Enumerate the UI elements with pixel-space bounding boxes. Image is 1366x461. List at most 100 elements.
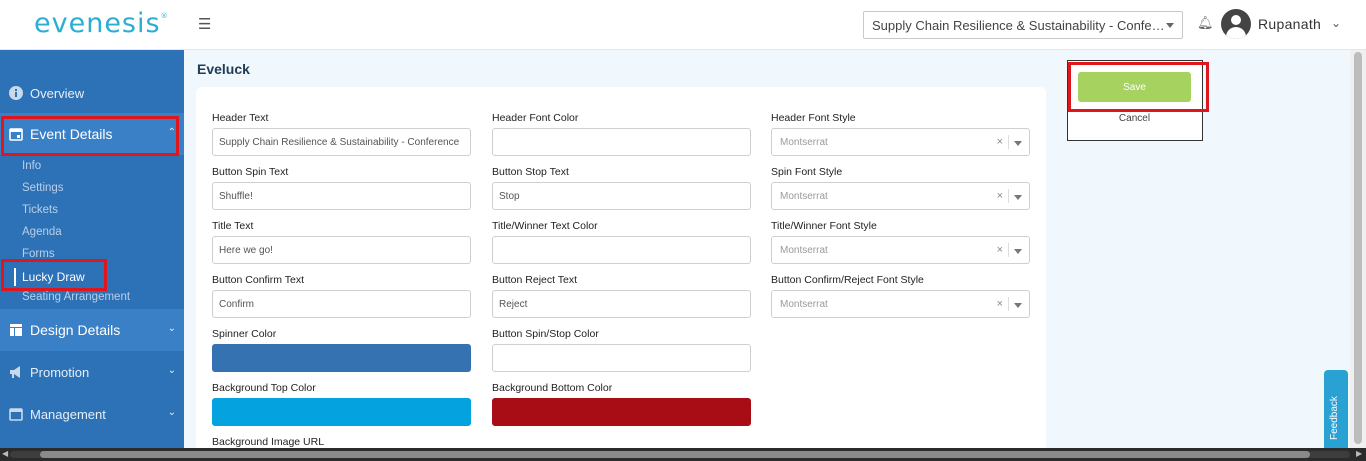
chevron-down-icon	[1166, 23, 1174, 28]
header-font-style-label: Header Font Style	[771, 112, 856, 124]
active-indicator	[14, 268, 16, 286]
button-stop-text-input[interactable]: Stop	[492, 182, 751, 210]
select-value: Montserrat	[780, 299, 828, 310]
event-selector-value: Supply Chain Resilience & Sustainability…	[872, 18, 1165, 33]
sidebar-item-event-details[interactable]: Event Details ⌃	[0, 113, 184, 155]
title-text-input[interactable]: Here we go!	[212, 236, 471, 264]
title-winner-font-style-label: Title/Winner Font Style	[771, 220, 877, 232]
header-text-label: Header Text	[212, 112, 269, 124]
event-selector[interactable]: Supply Chain Resilience & Sustainability…	[863, 11, 1183, 39]
background-bottom-color-label: Background Bottom Color	[492, 382, 613, 394]
info-icon	[8, 86, 23, 101]
logo-text: evenesis	[34, 8, 161, 39]
button-confirm-reject-font-style-select[interactable]: Montserrat ×	[771, 290, 1030, 318]
chevron-down-icon[interactable]	[1014, 303, 1022, 308]
title-winner-text-color-input[interactable]	[492, 236, 751, 264]
chevron-down-icon: ⌄	[167, 365, 176, 376]
title-text-label: Title Text	[212, 220, 254, 232]
sidebar-item-label: Design Details	[30, 322, 121, 338]
logo-registered-mark: ®	[160, 12, 169, 20]
background-top-color-label: Background Top Color	[212, 382, 316, 394]
vertical-scrollbar[interactable]	[1350, 50, 1366, 448]
save-button[interactable]: Save	[1078, 72, 1191, 102]
scroll-right-icon[interactable]: ▶	[1356, 449, 1362, 458]
user-avatar[interactable]	[1221, 9, 1251, 39]
header-font-color-input[interactable]	[492, 128, 751, 156]
clear-icon[interactable]: ×	[997, 244, 1003, 256]
evenesis-logo[interactable]: evenesis®	[34, 8, 169, 39]
sidebar-item-label: Promotion	[30, 364, 90, 380]
top-bar: evenesis® ☰ Supply Chain Resilience & Su…	[0, 0, 1366, 50]
button-spin-stop-color-swatch[interactable]	[492, 344, 751, 372]
feedback-tab[interactable]: Feedback	[1324, 370, 1348, 448]
sidebar-subitem-info[interactable]: Info	[22, 160, 41, 172]
cancel-button[interactable]: Cancel	[1078, 113, 1191, 124]
feedback-label: Feedback	[1329, 396, 1340, 440]
sidebar-item-management[interactable]: Management ⌄	[0, 393, 184, 435]
chevron-down-icon: ⌄	[167, 323, 176, 334]
header-font-color-label: Header Font Color	[492, 112, 579, 124]
button-confirm-text-label: Button Confirm Text	[212, 274, 305, 286]
button-confirm-reject-font-style-label: Button Confirm/Reject Font Style	[771, 274, 924, 286]
sidebar-subitem-tickets[interactable]: Tickets	[22, 204, 58, 216]
sidebar-subitem-agenda[interactable]: Agenda	[22, 226, 62, 238]
button-spin-stop-color-label: Button Spin/Stop Color	[492, 328, 599, 340]
sidebar-item-design-details[interactable]: Design Details ⌄	[0, 309, 184, 351]
calendar-icon	[8, 127, 23, 142]
button-confirm-text-input[interactable]: Confirm	[212, 290, 471, 318]
select-value: Montserrat	[780, 137, 828, 148]
horizontal-scrollbar[interactable]: ◀ ▶	[0, 448, 1366, 461]
header-text-input[interactable]: Supply Chain Resilience & Sustainability…	[212, 128, 471, 156]
bell-icon[interactable]: 🔔︎	[1197, 15, 1214, 31]
button-spin-text-input[interactable]: Shuffle!	[212, 182, 471, 210]
page-title: Eveluck	[197, 61, 250, 77]
title-winner-font-style-select[interactable]: Montserrat ×	[771, 236, 1030, 264]
vertical-scrollbar-thumb[interactable]	[1354, 52, 1362, 444]
form-card: Header Text Supply Chain Resilience & Su…	[196, 87, 1046, 457]
button-reject-text-label: Button Reject Text	[492, 274, 578, 286]
sidebar-item-promotion[interactable]: Promotion ⌄	[0, 351, 184, 393]
sidebar-item-label: Overview	[30, 85, 85, 101]
megaphone-icon	[8, 365, 23, 380]
spin-font-style-select[interactable]: Montserrat ×	[771, 182, 1030, 210]
select-value: Montserrat	[780, 191, 828, 202]
avatar-head-shape	[1231, 15, 1241, 25]
background-top-color-swatch[interactable]	[212, 398, 471, 426]
background-image-url-label: Background Image URL	[212, 436, 325, 448]
clear-icon[interactable]: ×	[997, 190, 1003, 202]
hamburger-menu-icon[interactable]: ☰	[198, 15, 211, 33]
sidebar-subitem-forms[interactable]: Forms	[22, 248, 55, 260]
button-reject-text-input[interactable]: Reject	[492, 290, 751, 318]
sidebar-subitem-seating-arrangement[interactable]: Seating Arrangement	[22, 291, 130, 303]
chevron-down-icon: ⌄	[167, 407, 176, 418]
user-menu-chevron-icon[interactable]: ⌄	[1331, 16, 1341, 30]
spin-font-style-label: Spin Font Style	[771, 166, 843, 178]
chevron-down-icon[interactable]	[1014, 249, 1022, 254]
select-separator	[1008, 189, 1009, 203]
sidebar-subitem-lucky-draw[interactable]: Lucky Draw	[22, 270, 85, 284]
spinner-color-label: Spinner Color	[212, 328, 277, 340]
sidebar-item-overview[interactable]: Overview	[0, 72, 184, 114]
sidebar: Overview Event Details ⌃ Info Settings T…	[0, 50, 184, 448]
sidebar-item-label: Event Details	[30, 126, 113, 142]
select-separator	[1008, 135, 1009, 149]
username[interactable]: Rupanath	[1258, 16, 1321, 32]
button-stop-text-label: Button Stop Text	[492, 166, 569, 178]
sidebar-subitem-settings[interactable]: Settings	[22, 182, 64, 194]
clear-icon[interactable]: ×	[997, 298, 1003, 310]
select-value: Montserrat	[780, 245, 828, 256]
select-separator	[1008, 297, 1009, 311]
header-font-style-select[interactable]: Montserrat ×	[771, 128, 1030, 156]
button-spin-text-label: Button Spin Text	[212, 166, 289, 178]
scroll-left-icon[interactable]: ◀	[2, 449, 8, 458]
calendar-icon	[8, 407, 23, 422]
sidebar-item-label: Management	[30, 406, 106, 422]
background-bottom-color-swatch[interactable]	[492, 398, 751, 426]
chevron-down-icon[interactable]	[1014, 141, 1022, 146]
horizontal-scrollbar-thumb[interactable]	[40, 451, 1310, 458]
layout-icon	[8, 323, 23, 338]
chevron-down-icon[interactable]	[1014, 195, 1022, 200]
spinner-color-swatch[interactable]	[212, 344, 471, 372]
title-winner-text-color-label: Title/Winner Text Color	[492, 220, 598, 232]
clear-icon[interactable]: ×	[997, 136, 1003, 148]
